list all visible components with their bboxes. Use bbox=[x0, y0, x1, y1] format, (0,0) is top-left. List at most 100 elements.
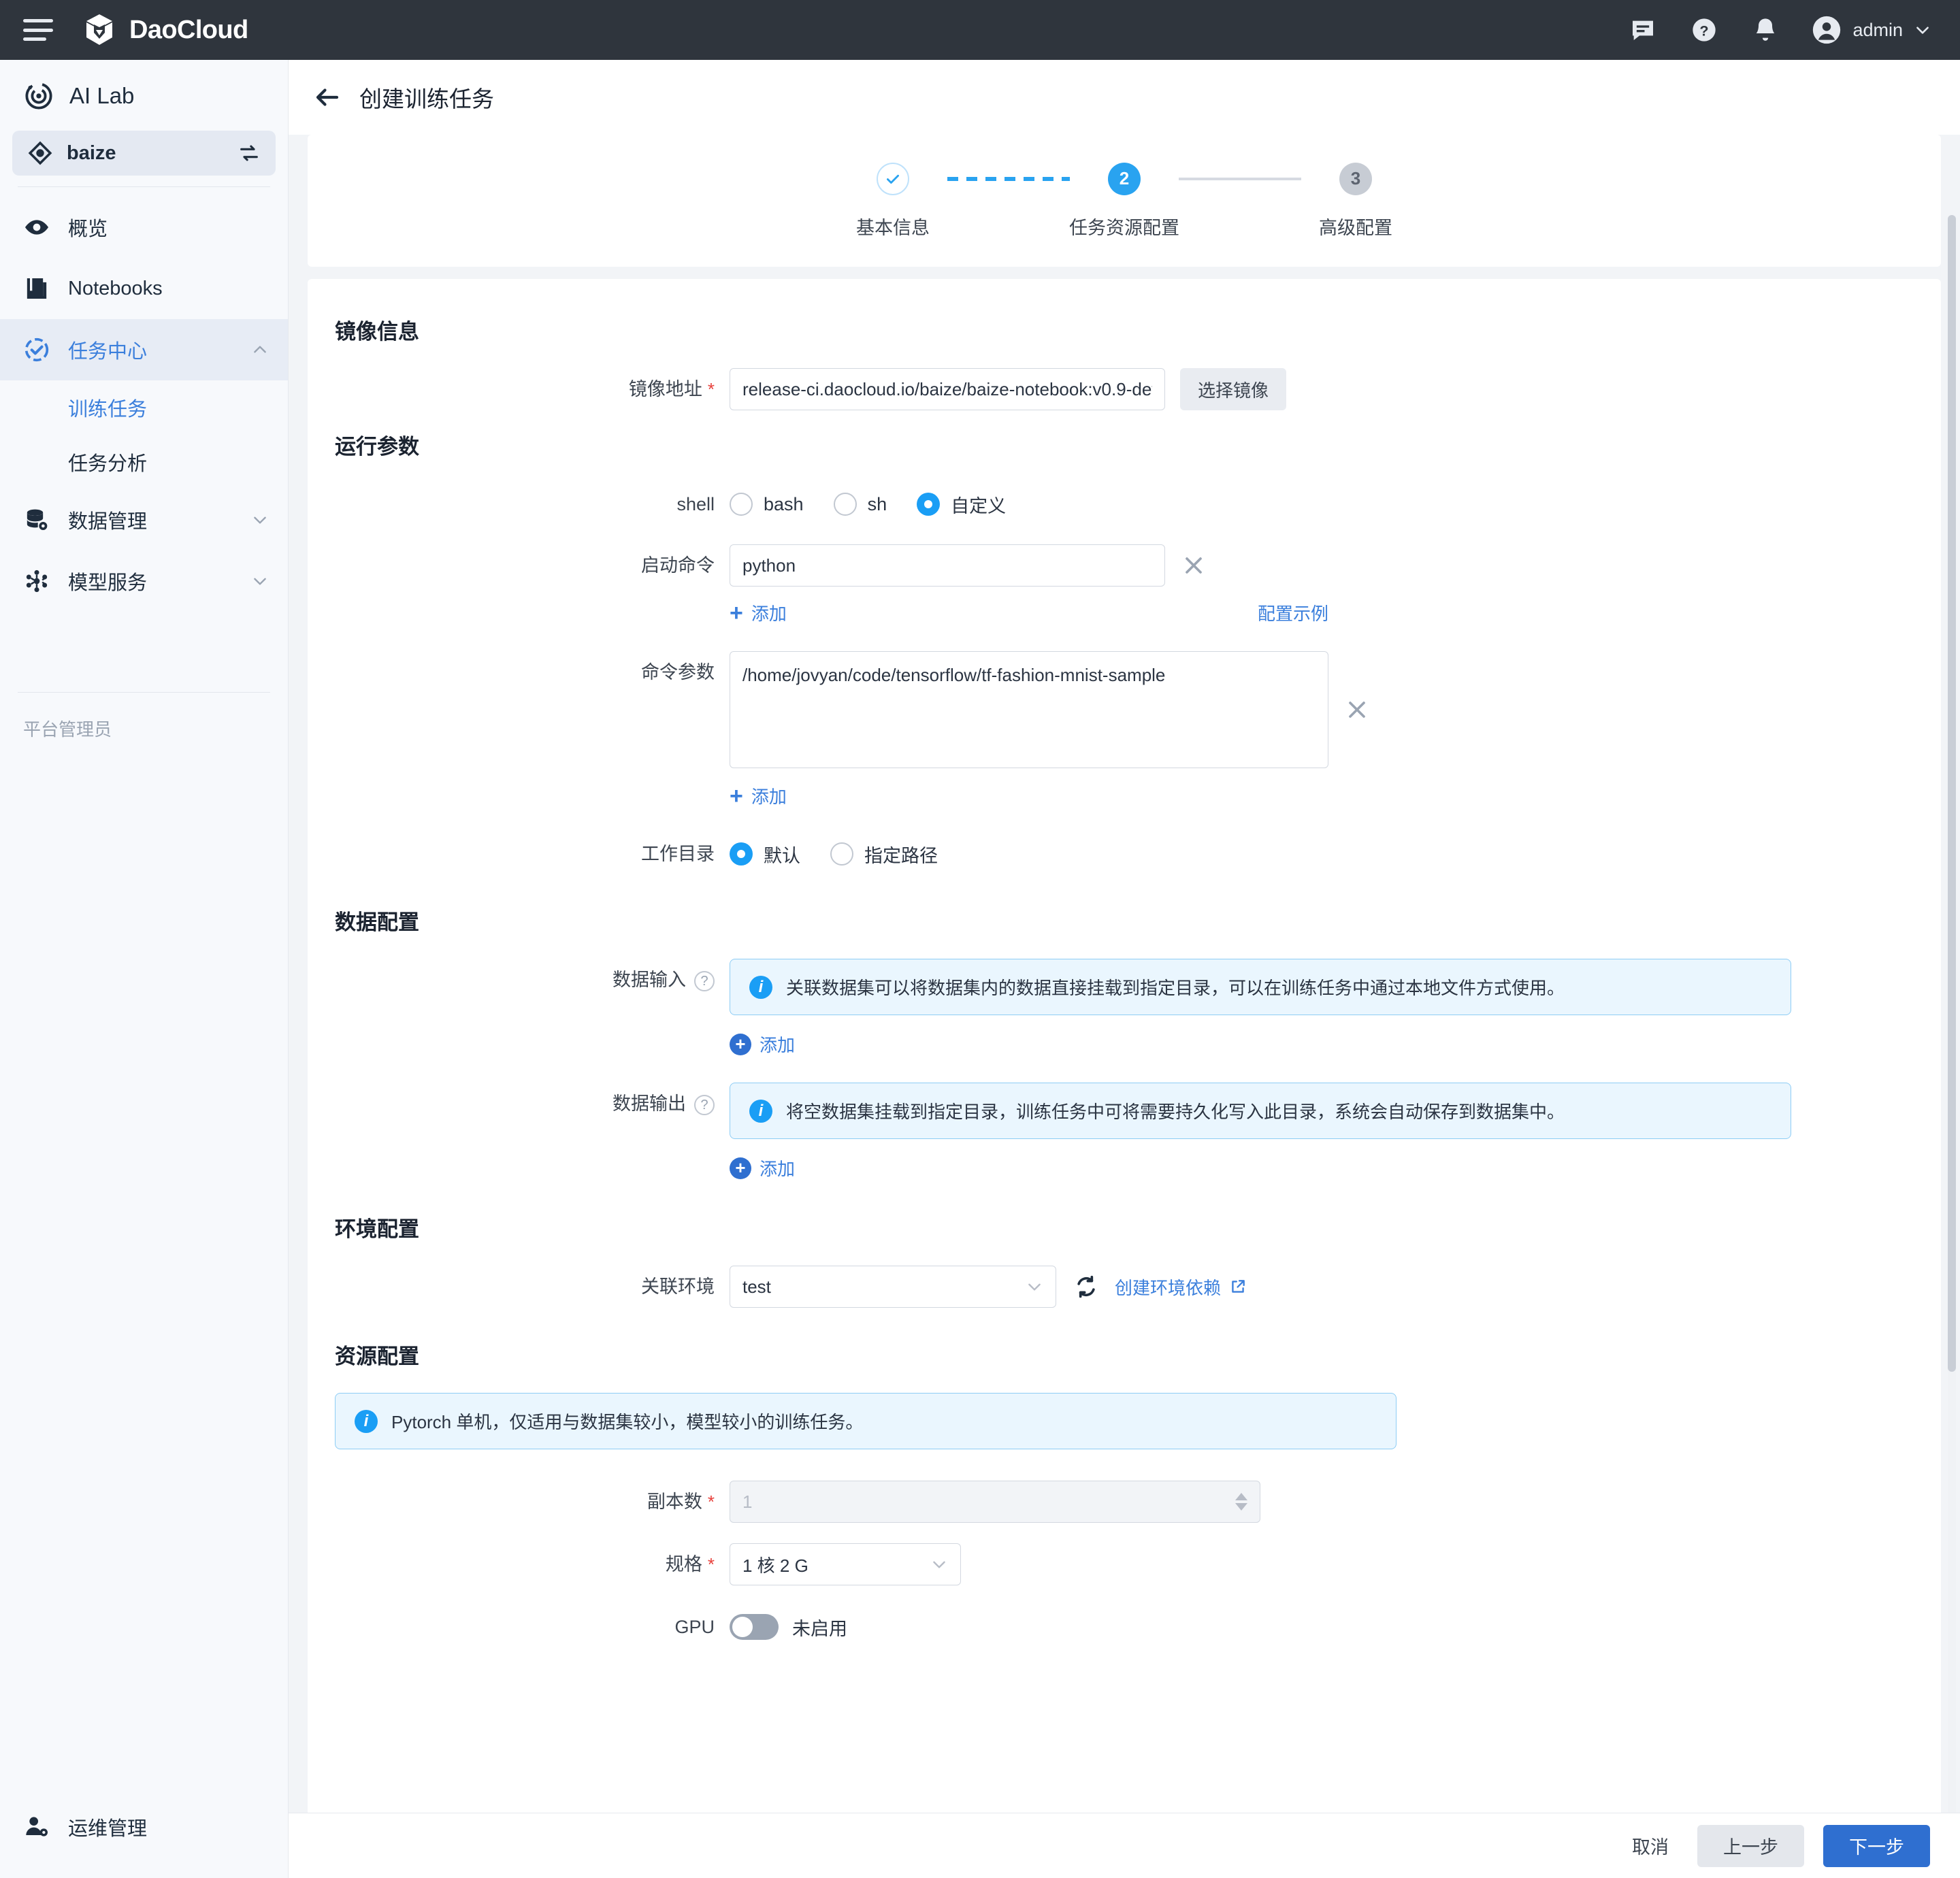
data-input-actions: + 添加 bbox=[730, 1032, 1791, 1057]
add-start-command-link[interactable]: + 添加 bbox=[730, 600, 787, 625]
sidebar-item-ops-management[interactable]: 运维管理 bbox=[0, 1817, 288, 1878]
step-connector-todo bbox=[1179, 163, 1301, 195]
env-select[interactable]: test bbox=[730, 1266, 1056, 1308]
content-scrollbar[interactable] bbox=[1948, 215, 1956, 1868]
select-image-button[interactable]: 选择镜像 bbox=[1180, 368, 1286, 410]
hint-text: 关联数据集可以将数据集内的数据直接挂载到指定目录，可以在训练任务中通过本地文件方… bbox=[786, 974, 1565, 1000]
field-label-workdir: 工作目录 bbox=[308, 833, 730, 875]
form-card: 镜像信息 镜像地址* 选择镜像 运行参数 shell bash bbox=[308, 279, 1941, 1844]
page-title: 创建训练任务 bbox=[359, 81, 494, 114]
radio-shell-bash[interactable]: bash bbox=[730, 493, 804, 516]
create-env-dependency-link[interactable]: 创建环境依赖 bbox=[1115, 1274, 1221, 1300]
gpu-toggle[interactable] bbox=[730, 1614, 779, 1640]
check-icon bbox=[884, 170, 902, 188]
previous-step-button[interactable]: 上一步 bbox=[1697, 1825, 1804, 1867]
product-name: AI Lab bbox=[69, 83, 134, 109]
step-bullet-todo: 3 bbox=[1339, 163, 1372, 195]
spec-select-value: 1 核 2 G bbox=[742, 1552, 808, 1577]
field-row-data-output: 数据输出? i 将空数据集挂载到指定目录，训练任务中可将需要持久化写入此目录，系… bbox=[308, 1083, 1941, 1181]
sidebar-item-data-management[interactable]: 数据管理 bbox=[0, 489, 288, 550]
help-icon[interactable]: ? bbox=[694, 1095, 715, 1115]
external-link-icon[interactable] bbox=[1229, 1278, 1247, 1296]
plus-circle-icon: + bbox=[730, 1157, 751, 1179]
field-row-env: 关联环境 test 创建环境依赖 bbox=[308, 1266, 1941, 1308]
sidebar-item-label: 数据管理 bbox=[68, 506, 147, 534]
cancel-button[interactable]: 取消 bbox=[1622, 1832, 1678, 1859]
field-label-env: 关联环境 bbox=[308, 1266, 730, 1308]
radio-dot-selected bbox=[917, 493, 940, 516]
add-data-input-link[interactable]: + 添加 bbox=[730, 1032, 795, 1057]
config-example-link[interactable]: 配置示例 bbox=[1258, 600, 1328, 625]
info-icon: i bbox=[749, 976, 772, 999]
chat-icon[interactable] bbox=[1628, 15, 1658, 45]
image-address-input[interactable] bbox=[730, 368, 1165, 410]
gpu-state-label: 未启用 bbox=[792, 1614, 847, 1641]
sidebar-item-model-service[interactable]: 模型服务 bbox=[0, 550, 288, 612]
sidebar-item-task-center[interactable]: 任务中心 bbox=[0, 319, 288, 380]
section-title-resource: 资源配置 bbox=[308, 1339, 1941, 1370]
content-scroll-area[interactable]: 基本信息 2 任务资源配置 3 高级配置 镜像信息 镜像地址* bbox=[289, 135, 1960, 1878]
replicas-stepper[interactable]: 1 bbox=[730, 1481, 1260, 1523]
task-check-icon bbox=[23, 336, 50, 363]
sidebar-subitem-training-jobs[interactable]: 训练任务 bbox=[0, 380, 288, 435]
data-output-hint: i 将空数据集挂载到指定目录，训练任务中可将需要持久化写入此目录，系统会自动保存… bbox=[730, 1083, 1791, 1139]
eye-icon bbox=[23, 214, 50, 241]
svg-text:?: ? bbox=[1700, 22, 1709, 39]
switch-icon[interactable] bbox=[238, 142, 261, 165]
sidebar-item-overview[interactable]: 概览 bbox=[0, 197, 288, 258]
remove-command-args-icon[interactable] bbox=[1343, 696, 1371, 723]
resource-hint: i Pytorch 单机，仅适用与数据集较小，模型较小的训练任务。 bbox=[335, 1393, 1396, 1449]
sidebar-divider bbox=[18, 186, 270, 187]
chevron-up-icon bbox=[251, 341, 269, 359]
hamburger-icon[interactable] bbox=[23, 19, 53, 41]
replicas-value: 1 bbox=[742, 1492, 752, 1513]
bell-icon[interactable] bbox=[1750, 15, 1780, 45]
add-command-args-link[interactable]: + 添加 bbox=[730, 783, 787, 808]
step-connector-done bbox=[947, 163, 1070, 195]
label-text: 规格 bbox=[666, 1554, 702, 1575]
toggle-knob bbox=[732, 1617, 753, 1637]
command-args-actions: + 添加 bbox=[730, 783, 1371, 808]
arrow-left-icon[interactable] bbox=[313, 83, 342, 112]
user-menu[interactable]: admin bbox=[1812, 15, 1931, 45]
radio-label: 指定路径 bbox=[864, 841, 938, 868]
radio-shell-custom[interactable]: 自定义 bbox=[917, 491, 1006, 518]
radio-shell-sh[interactable]: sh bbox=[834, 493, 887, 516]
radio-workdir-custom-path[interactable]: 指定路径 bbox=[830, 841, 938, 868]
sidebar-item-notebooks[interactable]: Notebooks bbox=[0, 258, 288, 319]
refresh-icon[interactable] bbox=[1073, 1273, 1100, 1300]
required-marker: * bbox=[708, 1554, 715, 1575]
radio-workdir-default[interactable]: 默认 bbox=[730, 841, 800, 868]
sidebar-subitem-label: 任务分析 bbox=[68, 448, 147, 476]
workspace-name: baize bbox=[67, 142, 238, 165]
step-advanced-config[interactable]: 3 高级配置 bbox=[1301, 163, 1410, 240]
field-label-spec: 规格 * bbox=[308, 1543, 730, 1585]
step-basic-info[interactable]: 基本信息 bbox=[838, 163, 947, 240]
env-select-value: test bbox=[742, 1276, 771, 1298]
scrollbar-thumb[interactable] bbox=[1948, 215, 1956, 1372]
field-row-shell: shell bash sh 自定义 bbox=[308, 483, 1941, 525]
step-bullet-done bbox=[877, 163, 909, 195]
field-label-command-args: 命令参数 bbox=[308, 651, 730, 693]
next-step-button[interactable]: 下一步 bbox=[1823, 1825, 1930, 1867]
step-label: 任务资源配置 bbox=[1069, 213, 1179, 240]
command-args-textarea[interactable] bbox=[730, 651, 1328, 768]
remove-start-command-icon[interactable] bbox=[1180, 552, 1207, 579]
start-command-input[interactable] bbox=[730, 544, 1165, 587]
add-label: 添加 bbox=[751, 783, 787, 808]
radio-dot-selected bbox=[730, 842, 753, 866]
workspace-icon bbox=[27, 140, 53, 166]
add-data-output-link[interactable]: + 添加 bbox=[730, 1155, 795, 1181]
page-header: 创建训练任务 bbox=[289, 60, 1960, 135]
help-icon[interactable]: ? bbox=[694, 971, 715, 991]
help-icon[interactable]: ? bbox=[1689, 15, 1719, 45]
radio-label: 默认 bbox=[764, 841, 800, 868]
label-text: 数据输出 bbox=[612, 1093, 686, 1114]
radio-dot bbox=[834, 493, 857, 516]
workspace-switcher[interactable]: baize bbox=[12, 131, 276, 176]
spec-select[interactable]: 1 核 2 G bbox=[730, 1543, 961, 1585]
step-resource-config[interactable]: 2 任务资源配置 bbox=[1070, 163, 1179, 240]
label-text: 镜像地址 bbox=[629, 379, 702, 399]
stepper-arrows[interactable] bbox=[1235, 1493, 1247, 1511]
sidebar-subitem-job-analysis[interactable]: 任务分析 bbox=[0, 435, 288, 489]
